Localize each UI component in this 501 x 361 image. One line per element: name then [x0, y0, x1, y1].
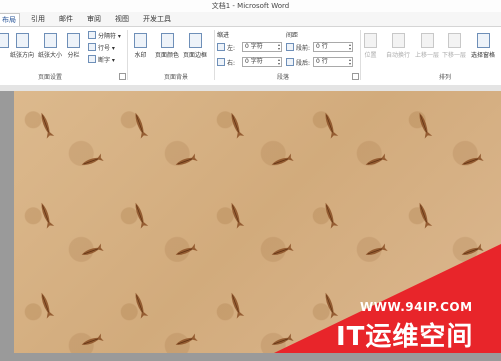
- page-setup-launcher-icon[interactable]: [119, 73, 126, 80]
- fossil-fish-icon: [325, 112, 339, 139]
- columns-button[interactable]: 分栏: [67, 33, 80, 59]
- group-label-arrange: 排列: [438, 74, 451, 81]
- fossil-fish-icon: [231, 292, 245, 319]
- send-backward-button[interactable]: 下移一层: [442, 33, 466, 59]
- page-color-button[interactable]: 页面颜色: [155, 33, 179, 59]
- fossil-fish-icon: [135, 112, 149, 139]
- fossil-fish-icon: [41, 112, 55, 139]
- paragraph-launcher-icon[interactable]: [352, 73, 359, 80]
- paper-size-icon: [43, 33, 57, 48]
- spacing-before-input[interactable]: 0 行 ▴ ▾: [313, 42, 353, 52]
- line-numbers-button[interactable]: 行号 ▾: [88, 43, 115, 52]
- selection-pane-button[interactable]: 选择窗格: [471, 33, 495, 59]
- text-direction-button[interactable]: [0, 33, 9, 50]
- spacing-label: 间距: [286, 32, 299, 39]
- tab-view[interactable]: 视图: [112, 13, 132, 26]
- tab-mailings[interactable]: 邮件: [56, 13, 76, 26]
- page-color-icon: [160, 33, 174, 48]
- watermark-name: IT运维空间: [336, 322, 474, 352]
- divider: [360, 30, 361, 80]
- title-bar: 文档1 - Microsoft Word: [0, 0, 501, 12]
- spacing-after-input[interactable]: 0 行 ▴ ▾: [313, 57, 353, 67]
- fossil-fish-icon: [81, 243, 104, 255]
- group-label-page-setup: 页面设置: [37, 74, 62, 81]
- fossil-fish-icon: [461, 153, 484, 165]
- group-label-paragraph: 段落: [276, 74, 289, 81]
- text-direction-icon: [0, 33, 9, 48]
- indent-left-input[interactable]: 0 字符 ▴ ▾: [242, 42, 282, 52]
- page-borders-button[interactable]: 页面边框: [183, 33, 207, 59]
- fossil-fish-icon: [81, 153, 104, 165]
- spacing-before-icon: [286, 43, 294, 51]
- tab-references[interactable]: 引用: [28, 13, 48, 26]
- indent-left-icon: [217, 43, 225, 51]
- indent-right-input[interactable]: 0 字符 ▴ ▾: [242, 57, 282, 67]
- spacing-after-icon: [286, 58, 294, 66]
- breaks-icon: [88, 31, 96, 39]
- divider: [127, 30, 128, 80]
- orientation-icon: [15, 33, 29, 48]
- orientation-button[interactable]: 纸张方向: [10, 33, 34, 59]
- tab-review[interactable]: 审阅: [84, 13, 104, 26]
- breaks-button[interactable]: 分隔符 ▾: [88, 31, 121, 40]
- ribbon: 纸张方向 纸张大小 分栏 分隔符 ▾ 行号 ▾ 断字 ▾ 页面设置 水印 页面颜…: [0, 26, 501, 86]
- fossil-fish-icon: [231, 112, 245, 139]
- ribbon-tabs: 布局 引用 邮件 审阅 视图 开发工具: [0, 12, 501, 27]
- tab-layout[interactable]: 布局: [0, 13, 20, 27]
- fossil-fish-icon: [419, 112, 433, 139]
- wrap-text-icon: [391, 33, 405, 48]
- bring-forward-icon: [420, 33, 434, 48]
- hyphenation-icon: [88, 55, 96, 63]
- indent-label: 缩进: [217, 32, 230, 39]
- fossil-fish-icon: [175, 333, 198, 345]
- watermark-url: WWW.94IP.COM: [360, 300, 473, 314]
- spacing-after-label: 段后:: [286, 58, 310, 67]
- tab-developer[interactable]: 开发工具: [140, 13, 174, 26]
- hyphenation-button[interactable]: 断字 ▾: [88, 55, 115, 64]
- send-backward-icon: [447, 33, 461, 48]
- group-label-page-background: 页面背景: [163, 74, 188, 81]
- fossil-fish-icon: [419, 202, 433, 229]
- indent-right-icon: [217, 58, 225, 66]
- fossil-fish-icon: [271, 153, 294, 165]
- fossil-fish-icon: [41, 292, 55, 319]
- fossil-fish-icon: [325, 202, 339, 229]
- window-title: 文档1 - Microsoft Word: [211, 2, 290, 10]
- spacing-before-label: 段前:: [286, 43, 310, 52]
- position-button[interactable]: 位置: [364, 33, 377, 59]
- fossil-fish-icon: [175, 153, 198, 165]
- divider: [214, 30, 215, 80]
- wrap-text-button[interactable]: 自动换行: [386, 33, 410, 59]
- fossil-fish-icon: [81, 333, 104, 345]
- indent-right-label: 右:: [217, 58, 235, 67]
- fossil-fish-icon: [175, 243, 198, 255]
- watermark-button[interactable]: 水印: [134, 33, 147, 59]
- page-borders-icon: [188, 33, 202, 48]
- paper-size-button[interactable]: 纸张大小: [38, 33, 62, 59]
- indent-left-label: 左:: [217, 43, 235, 52]
- watermark-icon: [134, 33, 147, 48]
- fossil-fish-icon: [135, 202, 149, 229]
- columns-icon: [67, 33, 80, 48]
- fossil-fish-icon: [365, 153, 388, 165]
- line-numbers-icon: [88, 43, 96, 51]
- fossil-fish-icon: [41, 202, 55, 229]
- fossil-fish-icon: [135, 292, 149, 319]
- bring-forward-button[interactable]: 上移一层: [415, 33, 439, 59]
- selection-pane-icon: [476, 33, 490, 48]
- position-icon: [364, 33, 377, 48]
- fossil-fish-icon: [231, 202, 245, 229]
